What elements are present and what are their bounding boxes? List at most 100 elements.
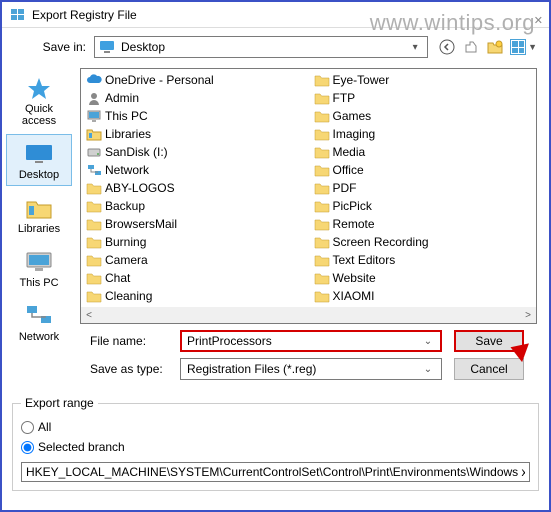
list-item[interactable]: Admin [85, 89, 305, 107]
list-item-label: Cleaning [105, 289, 152, 303]
registry-path-input[interactable] [21, 462, 530, 482]
list-item[interactable]: Chat [85, 269, 305, 287]
toolbar-buttons: ▼ [438, 38, 537, 56]
list-item[interactable]: Cleaning [85, 287, 305, 305]
list-item[interactable]: Office [313, 161, 533, 179]
savetype-label: Save as type: [90, 362, 180, 376]
pc-icon [85, 108, 103, 124]
scroll-left-button[interactable]: < [81, 307, 97, 323]
save-button-label: Save [475, 334, 502, 348]
radio-selected-label: Selected branch [38, 440, 125, 454]
body-area: Quick access Desktop Libraries This PC N… [2, 64, 549, 324]
list-item[interactable]: Imaging [313, 125, 533, 143]
list-item[interactable]: Media [313, 143, 533, 161]
save-button[interactable]: Save [454, 330, 524, 352]
folder-icon [313, 108, 331, 124]
watermark-close: ✕ [534, 14, 543, 27]
filename-combo[interactable]: PrintProcessors ⌄ [180, 330, 442, 352]
list-item[interactable]: PicPick [313, 197, 533, 215]
radio-all-input[interactable] [21, 421, 34, 434]
list-item-label: Admin [105, 91, 139, 105]
file-list[interactable]: OneDrive - Personal Admin This PC Libraries… [80, 68, 537, 324]
cloud-icon [85, 72, 103, 88]
bottom-rows: File name: PrintProcessors ⌄ Save Save a… [2, 324, 549, 390]
savetype-combo[interactable]: Registration Files (*.reg) ⌄ [180, 358, 442, 380]
list-item[interactable]: XIAOMI [313, 287, 533, 305]
folder-icon [85, 198, 103, 214]
view-menu-button[interactable]: ▼ [510, 39, 537, 55]
radio-selected-branch[interactable]: Selected branch [21, 438, 530, 456]
filename-label: File name: [90, 334, 180, 348]
list-item[interactable]: Burning [85, 233, 305, 251]
list-item-label: FTP [333, 91, 356, 105]
list-item-label: Network [105, 163, 149, 177]
lib-icon [85, 126, 103, 142]
pc-icon [23, 249, 55, 275]
save-in-value: Desktop [121, 40, 407, 54]
chevron-down-icon: ▼ [528, 42, 537, 52]
place-this-pc[interactable]: This PC [6, 242, 72, 294]
folder-icon [313, 72, 331, 88]
folder-icon [313, 216, 331, 232]
net-icon [85, 162, 103, 178]
list-item-label: PDF [333, 181, 357, 195]
place-network[interactable]: Network [6, 296, 72, 348]
list-item[interactable]: FTP [313, 89, 533, 107]
folder-icon [85, 234, 103, 250]
dialog-title: Export Registry File [32, 8, 137, 22]
folder-icon [313, 288, 331, 304]
radio-all-label: All [38, 420, 51, 434]
save-in-combo[interactable]: Desktop ▾ [94, 36, 428, 58]
list-item[interactable]: Libraries [85, 125, 305, 143]
place-label: Desktop [19, 169, 59, 181]
list-item-label: PicPick [333, 199, 372, 213]
radio-all[interactable]: All [21, 418, 530, 436]
list-item[interactable]: Remote [313, 215, 533, 233]
desktop-icon [23, 141, 55, 167]
list-item[interactable]: ABY-LOGOS [85, 179, 305, 197]
list-item-label: BrowsersMail [105, 217, 177, 231]
list-item-label: OneDrive - Personal [105, 73, 214, 87]
list-item-label: Website [333, 271, 376, 285]
list-item-label: Camera [105, 253, 148, 267]
folder-icon [85, 288, 103, 304]
places-bar: Quick access Desktop Libraries This PC N… [2, 64, 76, 324]
list-item[interactable]: This PC [85, 107, 305, 125]
back-button[interactable] [438, 38, 456, 56]
cancel-button-label: Cancel [470, 362, 507, 376]
list-item[interactable]: SanDisk (I:) [85, 143, 305, 161]
list-item[interactable]: PDF [313, 179, 533, 197]
place-desktop[interactable]: Desktop [6, 134, 72, 186]
new-folder-button[interactable] [486, 38, 504, 56]
list-item[interactable]: Games [313, 107, 533, 125]
horizontal-scrollbar[interactable]: < > [81, 307, 536, 323]
scroll-right-button[interactable]: > [520, 307, 536, 323]
list-item[interactable]: Eye-Tower [313, 71, 533, 89]
place-quick-access[interactable]: Quick access [6, 68, 72, 132]
list-item[interactable]: Text Editors [313, 251, 533, 269]
chevron-down-icon: ⌄ [421, 364, 435, 375]
save-in-label: Save in: [34, 40, 94, 54]
list-item-label: Games [333, 109, 372, 123]
quick-access-icon [23, 75, 55, 101]
export-range-group: Export range All Selected branch [12, 396, 539, 491]
list-item[interactable]: OneDrive - Personal [85, 71, 305, 89]
list-item[interactable]: Diagnostics [85, 323, 305, 324]
app-icon [10, 7, 26, 23]
export-range-legend: Export range [21, 396, 98, 410]
list-item[interactable]: Backup [85, 197, 305, 215]
list-item-label: This PC [105, 109, 148, 123]
folder-icon [313, 126, 331, 142]
list-item[interactable]: Website [313, 269, 533, 287]
up-button[interactable] [462, 38, 480, 56]
list-item[interactable]: Network [85, 161, 305, 179]
list-item[interactable]: Presentations [313, 323, 533, 324]
radio-selected-input[interactable] [21, 441, 34, 454]
list-item[interactable]: BrowsersMail [85, 215, 305, 233]
list-item[interactable]: Camera [85, 251, 305, 269]
list-item-label: SanDisk (I:) [105, 145, 168, 159]
user-icon [85, 90, 103, 106]
list-item[interactable]: Screen Recording [313, 233, 533, 251]
place-libraries[interactable]: Libraries [6, 188, 72, 240]
cancel-button[interactable]: Cancel [454, 358, 524, 380]
